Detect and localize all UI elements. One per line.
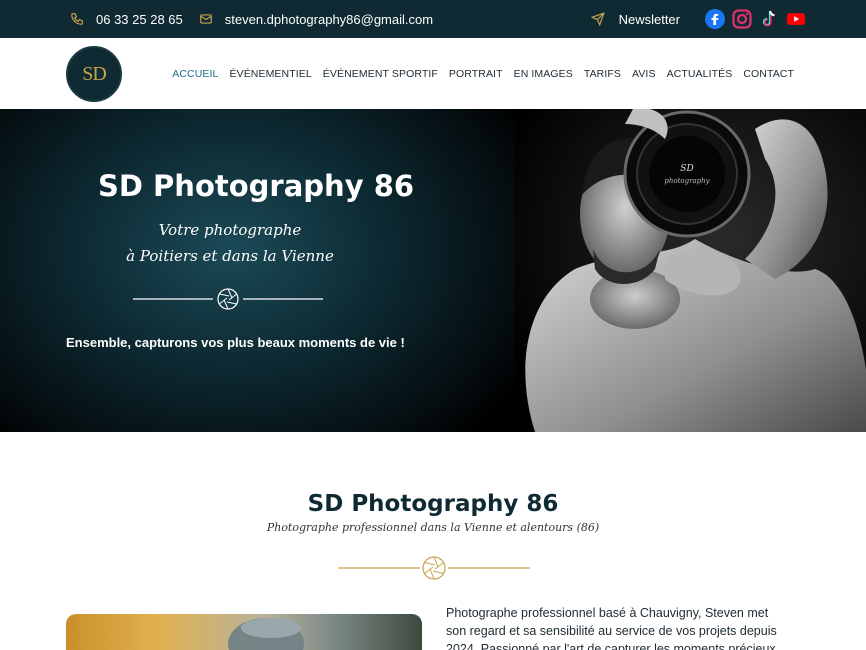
phone-icon bbox=[71, 13, 83, 25]
nav-item-contact[interactable]: CONTACT bbox=[743, 68, 794, 80]
email-link[interactable]: steven.dphotography86@gmail.com bbox=[199, 12, 433, 27]
nav-item-en-images[interactable]: EN IMAGES bbox=[514, 68, 573, 80]
hero-banner: SD Photography 86 Votre photographe à Po… bbox=[0, 109, 866, 432]
hero-script-text: Votre photographe à Poitiers et dans la … bbox=[100, 217, 360, 269]
nav-item-tarifs[interactable]: TARIFS bbox=[584, 68, 621, 80]
mail-icon bbox=[199, 14, 212, 24]
newsletter-link[interactable]: Newsletter bbox=[590, 11, 680, 27]
hero-title: SD Photography 86 bbox=[98, 169, 415, 203]
photographer-portrait-image bbox=[66, 614, 422, 650]
main-nav: ACCUEIL ÉVÉNEMENTIEL ÉVÉNEMENT SPORTIF P… bbox=[161, 38, 794, 109]
email-address: steven.dphotography86@gmail.com bbox=[224, 11, 434, 27]
intro-subtitle: Photographe professionnel dans la Vienne… bbox=[266, 521, 600, 534]
svg-text:SD: SD bbox=[680, 164, 693, 174]
nav-item-actualites[interactable]: ACTUALITÉS bbox=[667, 68, 733, 80]
instagram-icon[interactable] bbox=[732, 9, 752, 29]
nav-item-portrait[interactable]: PORTRAIT bbox=[449, 68, 503, 80]
facebook-icon[interactable] bbox=[705, 9, 725, 29]
topbar-right: Newsletter bbox=[590, 0, 806, 38]
logo-monogram: SD bbox=[82, 62, 107, 85]
hero-script-line-2: à Poitiers et dans la Vienne bbox=[126, 247, 334, 265]
youtube-icon[interactable] bbox=[786, 9, 806, 29]
aperture-divider bbox=[133, 288, 323, 310]
hero-tagline: Ensemble, capturons vos plus beaux momen… bbox=[66, 335, 405, 350]
site-logo[interactable]: SD bbox=[66, 46, 122, 102]
tiktok-icon[interactable] bbox=[759, 9, 779, 29]
hero-photographer-image: SD photography bbox=[515, 109, 866, 432]
svg-text:photography: photography bbox=[664, 177, 710, 185]
site-header: SD ACCUEIL ÉVÉNEMENTIEL ÉVÉNEMENT SPORTI… bbox=[0, 38, 866, 109]
phone-link[interactable]: 06 33 25 28 65 bbox=[70, 12, 183, 27]
intro-bio: Photographe professionnel basé à Chauvig… bbox=[446, 606, 780, 650]
send-icon bbox=[590, 12, 605, 26]
phone-number: 06 33 25 28 65 bbox=[96, 11, 183, 27]
nav-item-accueil[interactable]: ACCUEIL bbox=[172, 68, 218, 80]
nav-item-avis[interactable]: AVIS bbox=[632, 68, 656, 80]
hero-script-line-1: Votre photographe bbox=[158, 221, 302, 239]
newsletter-label: Newsletter bbox=[618, 11, 680, 27]
top-bar: 06 33 25 28 65 steven.dphotography86@gma… bbox=[0, 0, 866, 38]
intro-title: SD Photography 86 bbox=[307, 491, 559, 517]
nav-item-evenementiel[interactable]: ÉVÉNEMENTIEL bbox=[229, 68, 311, 80]
gold-aperture-divider bbox=[338, 556, 530, 580]
contact-info: 06 33 25 28 65 steven.dphotography86@gma… bbox=[70, 0, 449, 38]
nav-item-evenement-sportif[interactable]: ÉVÉNEMENT SPORTIF bbox=[323, 68, 438, 80]
